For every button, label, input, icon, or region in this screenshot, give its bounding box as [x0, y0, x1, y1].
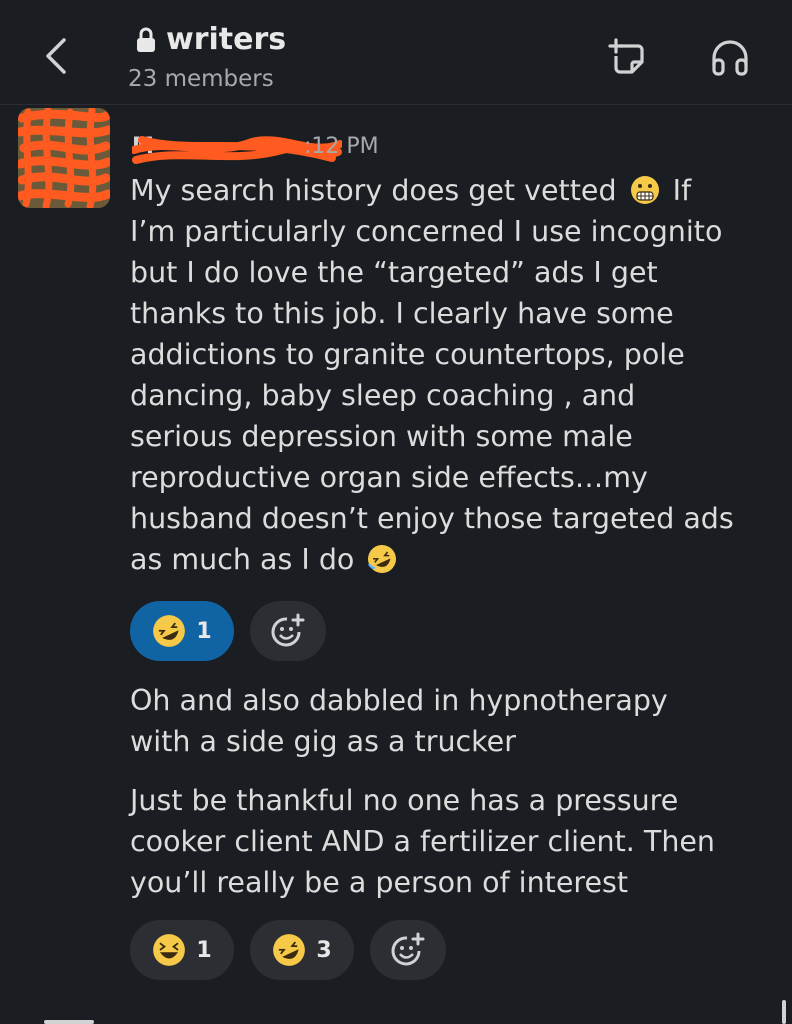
message-line: Oh and also dabbled in hypnotherapy: [130, 684, 668, 717]
member-count[interactable]: 23 members: [128, 66, 274, 92]
message-line: as much as I do: [130, 543, 355, 576]
reaction-rofl[interactable]: 3: [250, 920, 354, 980]
reaction-count: 3: [316, 937, 332, 963]
channel-header: writers 23 members: [0, 0, 792, 105]
reaction-count: 1: [196, 937, 212, 963]
message-line: with a side gig as a trucker: [130, 725, 516, 758]
message-line: Just be thankful no one has a pressure: [130, 784, 679, 817]
add-reaction-button[interactable]: [370, 920, 446, 980]
reaction-bar: 1: [130, 601, 326, 661]
headphones-icon[interactable]: [708, 36, 752, 80]
rofl-emoji-icon: [273, 934, 306, 966]
laughing-emoji-icon: [153, 934, 186, 966]
message-line: reproductive organ side effects…my: [130, 461, 648, 494]
message-line: husband doesn’t enjoy those targeted ads: [130, 502, 734, 535]
message-body: My search history does get vetted If I’m…: [130, 170, 770, 580]
channel-title[interactable]: writers: [136, 22, 286, 57]
message-line: addictions to granite countertops, pole: [130, 338, 685, 371]
message-line: My search history does get vetted: [130, 174, 617, 207]
rofl-emoji-icon: [153, 615, 186, 647]
avatar[interactable]: [18, 108, 110, 208]
message-line-suffix: If: [672, 174, 692, 207]
message-body: Just be thankful no one has a pressure c…: [130, 780, 770, 903]
reaction-rofl[interactable]: 1: [130, 601, 234, 661]
new-message-icon[interactable]: [606, 36, 650, 80]
message-line: but I do love the “targeted” ads I get: [130, 256, 658, 289]
channel-name: writers: [166, 22, 287, 57]
add-reaction-icon: [271, 613, 305, 647]
message-line: I’m particularly concerned I use incogni…: [130, 215, 723, 248]
lock-icon: [137, 27, 155, 52]
reaction-laughing[interactable]: 1: [130, 920, 234, 980]
grimacing-emoji-icon: [630, 176, 659, 204]
reaction-count: 1: [196, 618, 212, 644]
back-arrow-icon[interactable]: [36, 34, 76, 78]
scrollbar[interactable]: [782, 1000, 786, 1024]
message-line: you’ll really be a person of interest: [130, 866, 628, 899]
home-indicator: [44, 1020, 94, 1024]
add-reaction-icon: [391, 932, 425, 966]
message-line: serious depression with some male: [130, 420, 633, 453]
message-body: Oh and also dabbled in hypnotherapy with…: [130, 680, 770, 762]
redaction-scribble-icon: [18, 108, 110, 208]
message-timestamp[interactable]: :12 PM: [304, 134, 379, 159]
rofl-emoji-icon: [368, 545, 397, 573]
message-line: thanks to this job. I clearly have some: [130, 297, 674, 330]
reaction-bar: 1 3: [130, 920, 446, 980]
add-reaction-button[interactable]: [250, 601, 326, 661]
message-line: dancing, baby sleep coaching , and: [130, 379, 636, 412]
message-line: cooker client AND a fertilizer client. T…: [130, 825, 715, 858]
